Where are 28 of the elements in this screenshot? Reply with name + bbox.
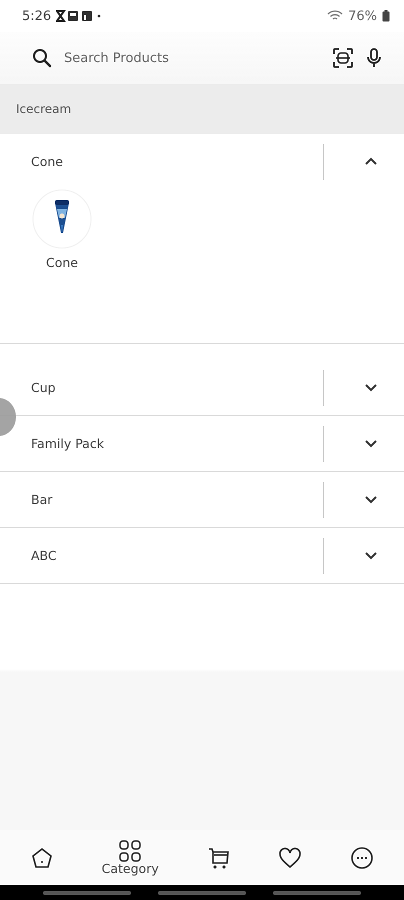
search-field[interactable]: Search Products bbox=[64, 46, 320, 70]
category-title: Icecream bbox=[16, 102, 72, 116]
scan-icon[interactable] bbox=[332, 47, 354, 69]
chevron-down-icon[interactable] bbox=[364, 551, 378, 560]
notification-icons bbox=[56, 10, 102, 22]
chevron-up-icon[interactable] bbox=[364, 157, 378, 166]
category-tab[interactable]: Category bbox=[98, 838, 163, 878]
chevron-down-icon[interactable] bbox=[364, 383, 378, 392]
section-title: Cone bbox=[31, 154, 64, 169]
recent-apps-handle[interactable] bbox=[43, 890, 132, 894]
section-row[interactable]: Cone Cone bbox=[0, 134, 404, 344]
section-title: Cup bbox=[31, 380, 57, 395]
product-label: Cone bbox=[46, 255, 78, 270]
section-title: Family Pack bbox=[31, 436, 105, 451]
battery-icon bbox=[382, 10, 390, 22]
home-handle[interactable] bbox=[158, 890, 246, 894]
section-title: Bar bbox=[31, 492, 54, 507]
battery-level: 76% bbox=[348, 8, 377, 24]
back-handle[interactable] bbox=[272, 890, 361, 894]
status-time: 5:26 bbox=[22, 8, 52, 24]
wifi-icon bbox=[327, 10, 344, 22]
grid-icon bbox=[118, 840, 142, 862]
section-title: ABC bbox=[31, 548, 58, 563]
chevron-down-icon[interactable] bbox=[364, 495, 378, 504]
chevron-down-icon[interactable] bbox=[364, 439, 378, 448]
search-icon[interactable] bbox=[32, 48, 52, 68]
section-row[interactable]: Bar bbox=[0, 472, 404, 528]
microphone-icon[interactable] bbox=[366, 47, 382, 69]
